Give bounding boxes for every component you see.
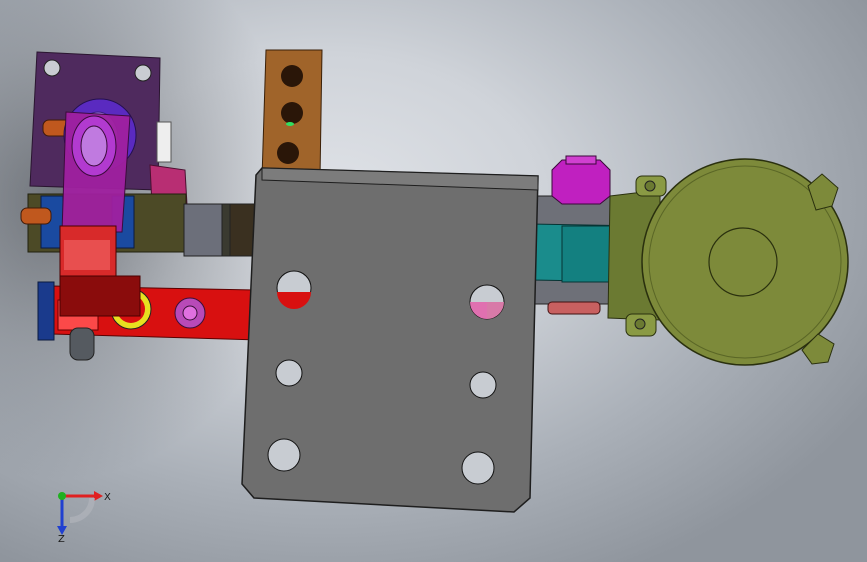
- strip-hole-1: [281, 65, 303, 87]
- bolt-left-upper: [20, 207, 52, 225]
- plate-hole-mid-left: [275, 359, 303, 387]
- cad-viewport[interactable]: X Z: [0, 0, 867, 562]
- main-plate[interactable]: [241, 167, 539, 513]
- bronze-strip[interactable]: [261, 49, 323, 179]
- x-axis-label: X: [104, 492, 111, 503]
- y-axis-dot: [58, 492, 66, 500]
- plate-hole-low-left: [267, 438, 301, 472]
- z-axis-label: Z: [58, 534, 65, 544]
- bracket-hole-top-right: [134, 64, 152, 82]
- bracket-tab-white: [156, 121, 172, 163]
- magenta-nut[interactable]: [551, 155, 611, 205]
- plate-hole-mid-right: [469, 371, 497, 399]
- bracket-hole-top-left: [43, 59, 61, 77]
- plate-hole-low-right: [461, 451, 495, 485]
- axis-triad: X Z: [57, 491, 111, 544]
- strip-hole-2: [281, 102, 303, 124]
- gear-disc[interactable]: [641, 158, 849, 366]
- pin-bottom: [69, 327, 95, 361]
- assembly-model[interactable]: [0, 0, 867, 562]
- strip-hole-3: [277, 142, 299, 164]
